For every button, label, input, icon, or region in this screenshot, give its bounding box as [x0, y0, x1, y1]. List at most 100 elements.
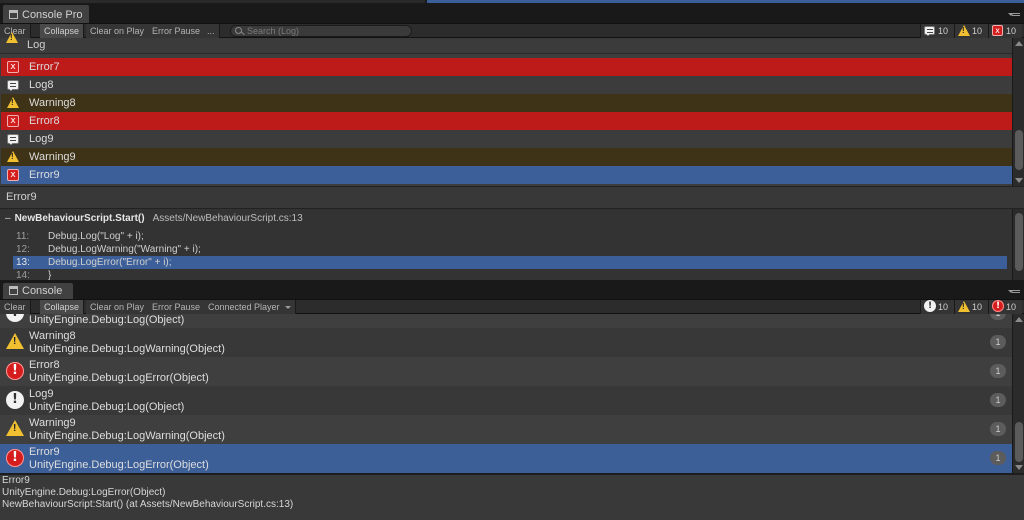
warning-count: 10: [972, 302, 983, 312]
search-input[interactable]: Search (Log): [230, 25, 412, 37]
error-count-toggle[interactable]: ! 10: [988, 300, 1022, 314]
clear-button[interactable]: Clear: [0, 300, 31, 314]
console-log-list: ! UnityEngine.Debug:Log(Object) 1 Warnin…: [0, 314, 1012, 473]
log-row[interactable]: x Error8: [1, 112, 1012, 130]
filter-header: Log: [0, 32, 1012, 54]
log-entry-title: Warning8: [29, 330, 76, 342]
error-count-toggle[interactable]: x 10: [988, 24, 1022, 38]
collapse-count-badge: 1: [990, 335, 1006, 349]
collapse-button[interactable]: Collapse: [40, 24, 85, 38]
console-pro-toolbar: Clear Collapse Clear on Play Error Pause…: [0, 23, 1024, 38]
log-entry-source: UnityEngine.Debug:Log(Object): [29, 401, 185, 413]
log-row-text: Error7: [29, 61, 60, 73]
detail-line: NewBehaviourScript:Start() (at Assets/Ne…: [2, 499, 294, 510]
error-icon: !: [6, 449, 24, 467]
log-entry[interactable]: ! Error8 UnityEngine.Debug:LogError(Obje…: [0, 357, 1012, 386]
log-count-toggle[interactable]: ! 10: [920, 300, 954, 314]
line-number: 13:: [16, 257, 30, 268]
clear-on-play-button[interactable]: Clear on Play: [86, 300, 150, 314]
source-line: 12: Debug.LogWarning("Warning" + i);: [13, 243, 1007, 256]
error-pause-button[interactable]: Error Pause: [148, 300, 206, 314]
log-count-toggle[interactable]: 10: [920, 24, 954, 38]
error-icon: x: [7, 169, 19, 181]
log-icon: [7, 80, 19, 91]
warning-icon: [6, 333, 24, 349]
tab-label: Console Pro: [22, 9, 83, 21]
stack-method[interactable]: NewBehaviourScript.Start(): [15, 213, 145, 224]
source-line: 14: }: [13, 269, 1007, 280]
warning-icon: [958, 25, 970, 36]
collapse-count-badge: 1: [990, 422, 1006, 436]
error-pause-button[interactable]: Error Pause: [148, 24, 206, 38]
collapse-count-badge: 1: [990, 451, 1006, 465]
partial-warning-icon: [6, 32, 18, 43]
scroll-thumb[interactable]: [1015, 213, 1023, 271]
log-row[interactable]: Warning9: [1, 148, 1012, 166]
log-count: 10: [938, 26, 949, 36]
log-row[interactable]: Log9: [1, 130, 1012, 148]
warning-count-toggle[interactable]: 10: [954, 24, 988, 38]
error-icon: !: [992, 300, 1004, 312]
console-pro-log-list: x Error7 Log8 Warning8 x Error8 Log9 War…: [0, 38, 1012, 186]
source-line: 11: Debug.Log("Log" + i);: [13, 230, 1007, 243]
console-scrollbar[interactable]: [1012, 314, 1024, 473]
log-row[interactable]: Warning8: [1, 94, 1012, 112]
log-entry[interactable]: Warning8 UnityEngine.Debug:LogWarning(Ob…: [0, 328, 1012, 357]
log-row-text: Error8: [29, 115, 60, 127]
scroll-thumb[interactable]: [1015, 422, 1023, 462]
filter-header-label: Log: [27, 39, 46, 51]
top-edge-highlight: [427, 0, 1024, 3]
collapse-frame-icon[interactable]: –: [5, 213, 11, 224]
log-row-selected[interactable]: x Error9: [1, 166, 1012, 184]
log-entry-title: Error8: [29, 359, 60, 371]
console-pro-scrollbar[interactable]: [1012, 38, 1024, 186]
log-entry[interactable]: Warning9 UnityEngine.Debug:LogWarning(Ob…: [0, 415, 1012, 444]
log-icon: !: [6, 314, 24, 322]
log-count: 10: [938, 302, 949, 312]
log-icon: [7, 134, 19, 145]
dropdown-arrow-icon: [285, 306, 291, 312]
log-entry-source: UnityEngine.Debug:LogWarning(Object): [29, 430, 225, 442]
stack-location[interactable]: Assets/NewBehaviourScript.cs:13: [153, 213, 303, 224]
log-icon: [924, 26, 935, 36]
log-row-text: Error9: [29, 169, 60, 181]
scroll-up-icon[interactable]: [1015, 41, 1023, 46]
log-entry-title: Warning9: [29, 417, 76, 429]
log-entry[interactable]: ! Log9 UnityEngine.Debug:Log(Object) 1: [0, 386, 1012, 415]
scroll-down-icon[interactable]: [1015, 178, 1023, 183]
search-placeholder: Search (Log): [247, 26, 300, 36]
scroll-up-icon[interactable]: [1015, 317, 1023, 322]
line-number: 12:: [16, 244, 30, 255]
clear-on-play-button[interactable]: Clear on Play: [86, 24, 150, 38]
log-row[interactable]: x Error7: [1, 58, 1012, 76]
line-code: Debug.LogWarning("Warning" + i);: [48, 244, 201, 255]
more-button[interactable]: ...: [203, 24, 220, 38]
scroll-down-icon[interactable]: [1015, 465, 1023, 470]
panel-menu-icon[interactable]: [1008, 12, 1020, 22]
log-row-text: Warning8: [29, 97, 76, 109]
stack-frame[interactable]: – NewBehaviourScript.Start() Assets/NewBeh…: [5, 213, 303, 224]
log-entry-source: UnityEngine.Debug:Log(Object): [29, 314, 185, 326]
stack-trace-panel: – NewBehaviourScript.Start() Assets/NewBeh…: [0, 208, 1024, 280]
tab-console-pro[interactable]: Console Pro: [2, 4, 90, 25]
warning-icon: [7, 97, 19, 108]
log-entry[interactable]: ! UnityEngine.Debug:Log(Object) 1: [0, 314, 1012, 328]
scroll-thumb[interactable]: [1015, 130, 1023, 170]
console-toolbar: Clear Collapse Clear on Play Error Pause…: [0, 299, 1024, 314]
log-row[interactable]: Log8: [1, 76, 1012, 94]
warning-count-toggle[interactable]: 10: [954, 300, 988, 314]
stack-scrollbar[interactable]: [1012, 209, 1024, 280]
log-entry-title: Log9: [29, 388, 54, 400]
collapse-button[interactable]: Collapse: [40, 300, 85, 314]
detail-line: UnityEngine.Debug:LogError(Object): [2, 487, 166, 498]
panel-menu-icon[interactable]: [1008, 289, 1020, 299]
log-entry-title: Error9: [29, 446, 60, 458]
log-icon: !: [6, 391, 24, 409]
tab-console[interactable]: Console: [2, 282, 74, 299]
connected-player-dropdown[interactable]: Connected Player: [204, 300, 296, 314]
log-entry-source: UnityEngine.Debug:LogError(Object): [29, 372, 209, 384]
collapse-count-badge: 1: [990, 393, 1006, 407]
log-entry-selected[interactable]: ! Error9 UnityEngine.Debug:LogError(Obje…: [0, 444, 1012, 473]
log-entry-source: UnityEngine.Debug:LogError(Object): [29, 459, 209, 471]
console-detail-panel: Error9 UnityEngine.Debug:LogError(Object…: [0, 474, 1024, 520]
